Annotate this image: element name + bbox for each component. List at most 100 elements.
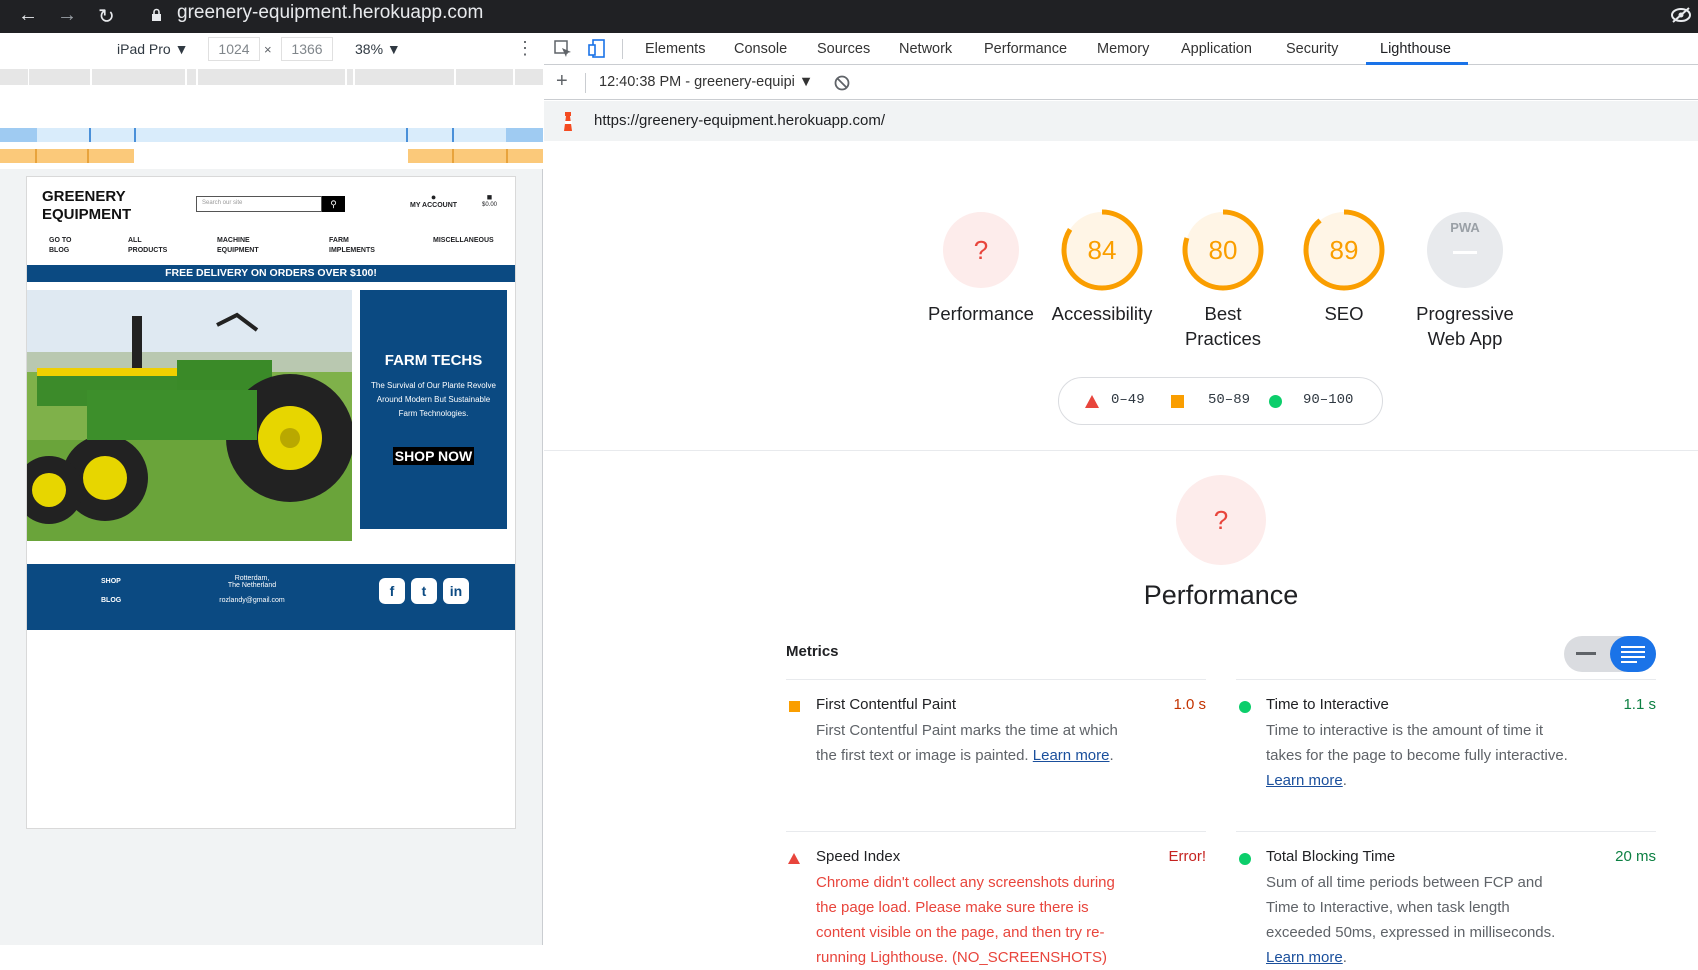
zoom-select[interactable]: 38% ▼ — [355, 41, 401, 57]
add-icon[interactable]: + — [556, 70, 568, 93]
cart-total: $0.00 — [482, 202, 498, 208]
site-logo[interactable]: GREENERY EQUIPMENT — [42, 188, 131, 224]
tab-security[interactable]: Security — [1286, 41, 1338, 57]
learn-more-link[interactable]: Learn more — [1033, 747, 1110, 764]
menu-item-blog[interactable]: GO TO BLOG — [49, 236, 71, 256]
gauge-best-practices[interactable]: 80 — [1181, 208, 1265, 292]
report-select[interactable]: 12:40:38 PM - greenery-equipi ▼ — [599, 74, 813, 90]
menu-item-misc[interactable]: MISCELLANEOUS — [433, 236, 494, 246]
tab-network[interactable]: Network — [899, 41, 952, 57]
site-search-button[interactable]: ⚲ — [322, 196, 345, 212]
view-toggle[interactable] — [1564, 636, 1656, 672]
back-icon[interactable]: ← — [18, 4, 38, 27]
gauge-label[interactable]: SEO — [1279, 301, 1409, 326]
tab-sources[interactable]: Sources — [817, 41, 870, 57]
section-title: Performance — [1143, 580, 1299, 610]
fail-triangle-icon — [788, 853, 800, 864]
tractor-illustration — [27, 290, 352, 541]
address-bar[interactable]: greenery-equipment.herokuapp.com — [177, 2, 483, 24]
gauge-label[interactable]: Accessibility — [1037, 301, 1167, 326]
collapse-icon[interactable] — [1576, 652, 1596, 655]
footer-country: The Netherland — [227, 582, 277, 589]
search-icon: ⚲ — [330, 199, 337, 209]
tab-application[interactable]: Application — [1181, 41, 1252, 57]
lighthouse-icon — [564, 112, 572, 131]
learn-more-link[interactable]: Learn more — [1266, 949, 1343, 966]
tab-performance[interactable]: Performance — [984, 41, 1067, 57]
site-footer: SHOP BLOG Rotterdam, The Netherland rozl… — [27, 564, 515, 630]
lock-icon — [152, 8, 161, 21]
gauge-label[interactable]: Best Practices — [1158, 301, 1288, 351]
performance-score-circle: ? — [1176, 475, 1266, 565]
promo-title: FARM TECHS — [384, 352, 483, 369]
bag-icon: ■ — [486, 192, 493, 202]
media-bar-gray[interactable] — [0, 69, 543, 85]
height-input[interactable]: 1366 — [281, 37, 333, 61]
device-toggle-icon[interactable] — [588, 39, 606, 59]
forward-icon[interactable]: → — [57, 4, 77, 27]
metric-value: Error! — [1168, 848, 1207, 865]
footer-link-shop[interactable]: SHOP — [101, 578, 121, 585]
hero-tractor-image — [27, 290, 352, 541]
devtools-tabbar: Elements Console Sources Network Perform… — [544, 33, 1698, 65]
more-options-icon[interactable]: ⋮ — [516, 38, 534, 59]
lighthouse-toolbar: + 12:40:38 PM - greenery-equipi ▼ — [544, 65, 1698, 100]
footer-link-blog[interactable]: BLOG — [101, 597, 121, 604]
inspect-element-icon[interactable] — [554, 40, 572, 58]
expand-icon[interactable] — [1610, 636, 1656, 672]
pass-circle-icon — [1239, 853, 1251, 865]
menu-item-implements[interactable]: FARM IMPLEMENTS — [329, 236, 375, 256]
learn-more-link[interactable]: Learn more — [1266, 772, 1343, 789]
media-bar-blue[interactable] — [0, 128, 543, 142]
reload-icon[interactable]: ↻ — [98, 4, 115, 29]
tab-lighthouse[interactable]: Lighthouse — [1380, 41, 1451, 57]
legend-average: 50–89 — [1208, 392, 1251, 408]
media-query-bars — [0, 65, 543, 169]
device-name: iPad Pro — [117, 41, 171, 57]
gauge-label[interactable]: Progressive Web App — [1400, 301, 1530, 351]
average-square-icon — [789, 701, 800, 712]
footer-address: Rotterdam, The Netherland rozlandy@gmail… — [192, 575, 312, 604]
linkedin-icon[interactable]: in — [443, 578, 469, 604]
pwa-dash-icon — [1453, 251, 1477, 254]
metric-description: First Contentful Paint marks the time at… — [816, 722, 1118, 764]
tab-elements[interactable]: Elements — [645, 41, 705, 57]
menu-item-machine[interactable]: MACHINE EQUIPMENT — [217, 236, 259, 256]
gauge-performance[interactable]: ? — [939, 208, 1023, 292]
metric-description: Chrome didn't collect any screenshots du… — [816, 874, 1115, 966]
gauge-accessibility[interactable]: 84 — [1060, 208, 1144, 292]
gauge-seo[interactable]: 89 — [1302, 208, 1386, 292]
metric-value: 1.0 s — [1173, 696, 1206, 713]
report-url[interactable]: https://greenery-equipment.herokuapp.com… — [594, 112, 885, 129]
shop-now-button[interactable]: SHOP NOW — [392, 447, 475, 465]
cart-link[interactable]: ■ $0.00 — [482, 192, 497, 208]
tab-memory[interactable]: Memory — [1097, 41, 1149, 57]
eye-off-icon[interactable] — [1670, 6, 1692, 24]
clear-icon[interactable] — [834, 75, 850, 91]
metric-description: Time to interactive is the amount of tim… — [1266, 722, 1568, 789]
times-icon: × — [264, 42, 272, 57]
menu-item-products[interactable]: ALL PRODUCTS — [128, 236, 167, 256]
site-search-input[interactable]: Search our site — [196, 196, 322, 212]
average-square-icon — [1171, 395, 1184, 408]
gauge-progressive-web-app[interactable]: PWA — [1423, 208, 1507, 292]
device-select[interactable]: iPad Pro ▼ — [117, 41, 188, 57]
tab-console[interactable]: Console — [734, 41, 787, 57]
account-label: MY ACCOUNT — [410, 202, 458, 209]
twitter-icon[interactable]: t — [411, 578, 437, 604]
metric-description: Sum of all time periods between FCP and … — [1266, 874, 1556, 966]
my-account-link[interactable]: ● MY ACCOUNT — [410, 192, 457, 209]
pass-circle-icon — [1239, 701, 1251, 713]
gauge-label[interactable]: Performance — [916, 301, 1046, 326]
media-bar-orange[interactable] — [0, 149, 543, 163]
gauge-score: 84 — [1087, 235, 1117, 265]
width-input[interactable]: 1024 — [208, 37, 260, 61]
metric-title: Time to Interactive — [1266, 696, 1389, 713]
footer-email[interactable]: rozlandy@gmail.com — [192, 597, 312, 604]
report-select-label: 12:40:38 PM - greenery-equipi — [599, 74, 795, 90]
promo-panel: FARM TECHS The Survival of Our Plante Re… — [360, 290, 507, 529]
footer-city: Rotterdam, — [234, 575, 270, 582]
legend-fail: 0–49 — [1111, 392, 1145, 408]
metric-value: 20 ms — [1615, 848, 1656, 865]
facebook-icon[interactable]: f — [379, 578, 405, 604]
